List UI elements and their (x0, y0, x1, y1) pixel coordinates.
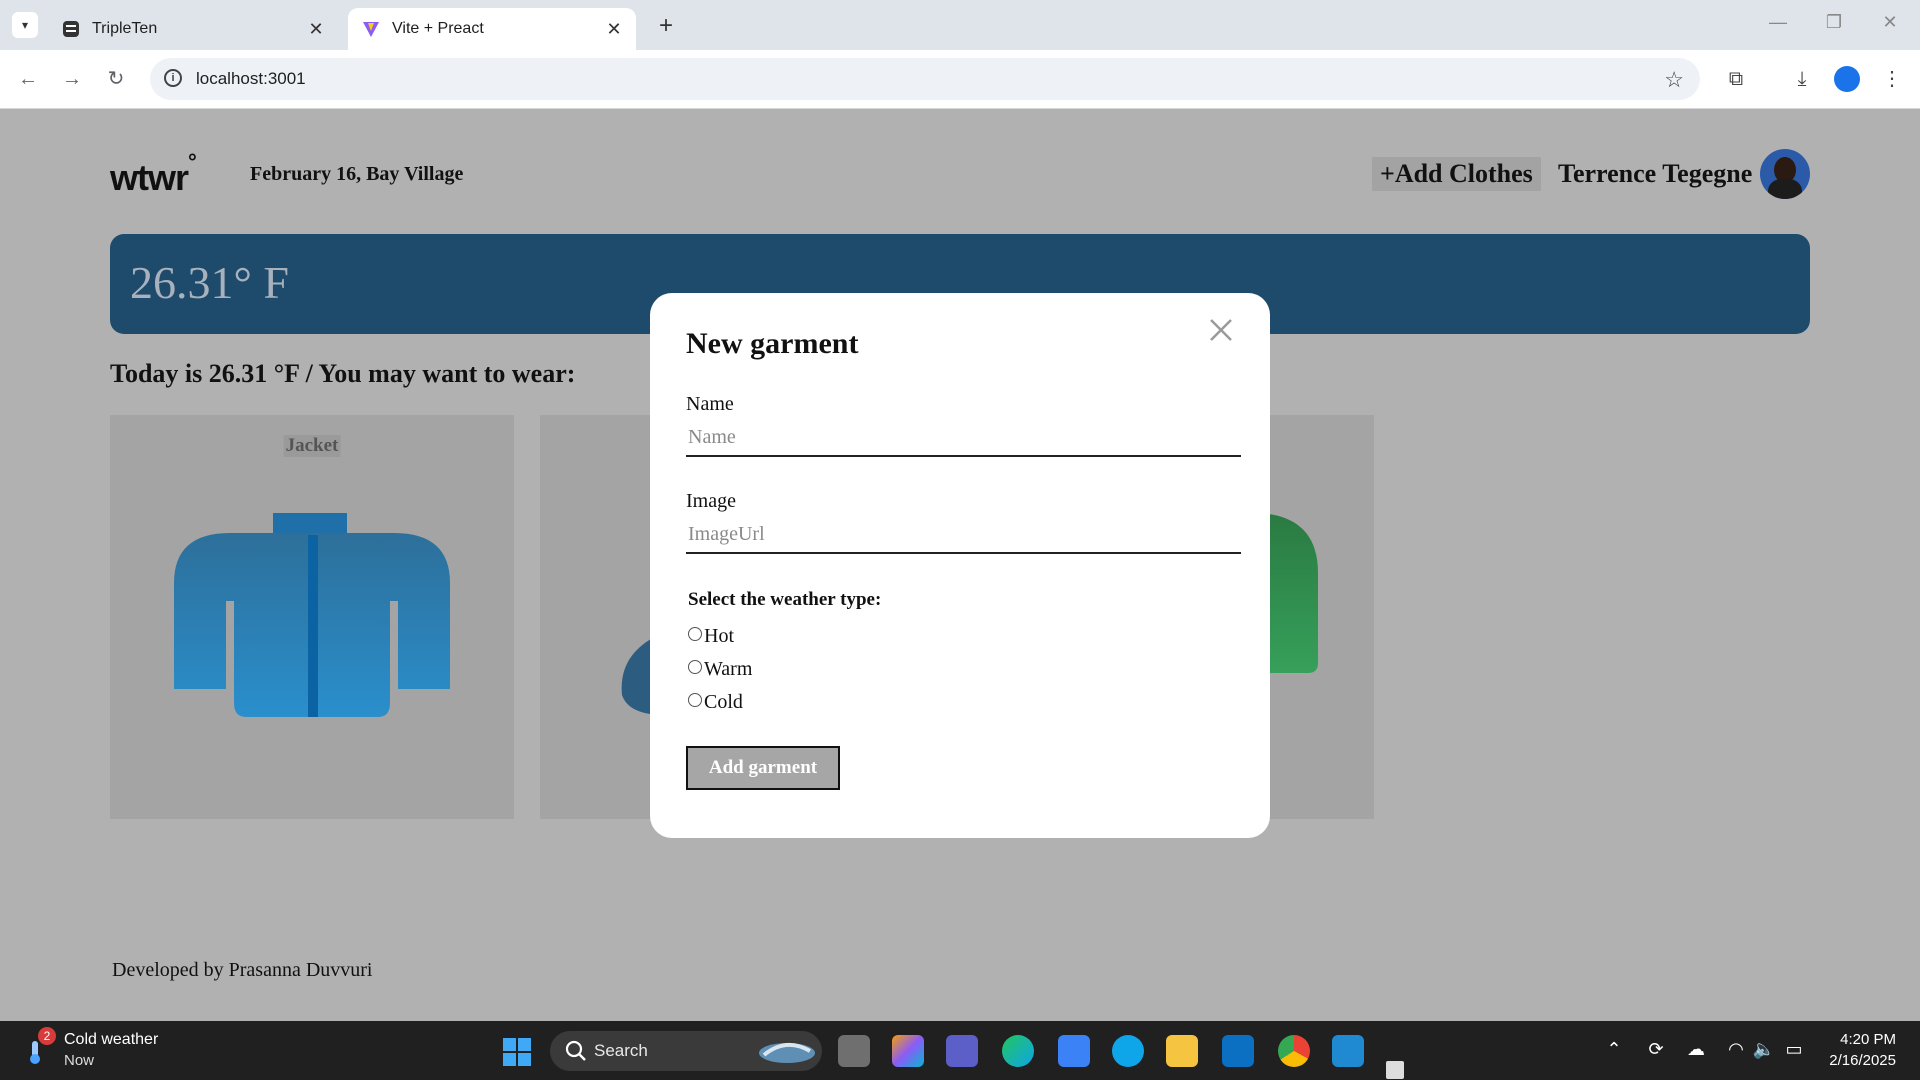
close-tab-icon[interactable]: ✕ (604, 19, 624, 39)
image-label: Image (686, 490, 736, 512)
add-garment-button[interactable]: Add garment (686, 746, 840, 790)
avatar[interactable] (1760, 149, 1810, 199)
radio-hot[interactable]: Hot (688, 625, 734, 648)
notification-badge: 2 (38, 1027, 56, 1045)
browser-tab-bar: ▾ TripleTen ✕ Vite + Preact ✕ + — ❐ ✕ (0, 0, 1920, 50)
weather-widget-title[interactable]: Cold weather (64, 1031, 158, 1049)
username[interactable]: Terrence Tegegne (1558, 159, 1752, 189)
download-icon[interactable]: ⤓ (1788, 66, 1816, 94)
radio-label: Cold (704, 691, 743, 713)
forward-arrow-icon[interactable]: → (58, 66, 86, 94)
url-text[interactable]: localhost:3001 (196, 69, 306, 89)
weather-widget-sub: Now (64, 1052, 95, 1069)
tab-tripleten[interactable]: TripleTen ✕ (48, 8, 338, 50)
volume-icon[interactable]: 🔈 (1752, 1039, 1776, 1060)
weather-type-legend: Select the weather type: (688, 589, 882, 610)
windows-start-icon[interactable] (502, 1037, 532, 1067)
tab-search-button[interactable]: ▾ (12, 12, 38, 38)
footer-credit: Developed by Prasanna Duvvuri (112, 959, 373, 981)
bookmark-star-icon[interactable]: ☆ (1664, 67, 1684, 93)
copilot-icon[interactable] (892, 1035, 924, 1067)
clock-date[interactable]: 2/16/2025 (1810, 1052, 1896, 1069)
vscode-icon[interactable] (1332, 1035, 1364, 1067)
task-view-icon[interactable] (838, 1035, 870, 1067)
item-card[interactable]: Jacket (110, 415, 514, 819)
tab-title: Vite + Preact (392, 20, 484, 37)
radio-label: Warm (704, 658, 753, 680)
show-hidden-icons-chevron-up-icon[interactable]: ⌃ (1602, 1039, 1626, 1060)
vite-favicon (362, 20, 380, 38)
onedrive-cloud-icon[interactable]: ☁ (1684, 1039, 1708, 1060)
wifi-icon[interactable]: ◠ (1724, 1039, 1748, 1060)
search-icon (565, 1040, 586, 1061)
reload-icon[interactable]: ↻ (102, 66, 130, 94)
radio-warm[interactable]: Warm (688, 658, 752, 681)
sync-icon[interactable]: ⟳ (1644, 1039, 1668, 1060)
myhp-icon[interactable] (1222, 1035, 1254, 1067)
new-garment-modal: New garment Name Image Select the weathe… (650, 293, 1270, 838)
tab-vite-preact[interactable]: Vite + Preact ✕ (348, 8, 636, 50)
logo-text: wtwr (110, 157, 189, 198)
radio-button[interactable] (688, 626, 702, 641)
calendar-icon[interactable] (1386, 1061, 1404, 1079)
file-explorer-icon[interactable] (1166, 1035, 1198, 1067)
search-highlight-icon (759, 1043, 815, 1063)
close-tab-icon[interactable]: ✕ (306, 19, 326, 39)
new-tab-button[interactable]: + (652, 12, 680, 40)
radio-label: Hot (704, 625, 734, 647)
item-card-name: Jacket (283, 435, 341, 457)
chrome-icon[interactable] (1278, 1035, 1310, 1067)
search-label: Search (594, 1041, 648, 1060)
add-clothes-button[interactable]: +Add Clothes (1372, 157, 1541, 191)
minimize-icon[interactable]: — (1766, 12, 1790, 33)
image-url-input[interactable] (686, 516, 1241, 554)
more-menu-icon[interactable]: ⋮ (1878, 66, 1906, 94)
profile-avatar-icon[interactable] (1834, 66, 1860, 92)
taskbar-search[interactable]: Search (550, 1031, 822, 1071)
address-bar[interactable]: i localhost:3001 ☆ (150, 58, 1700, 100)
date-location: February 16, Bay Village (250, 163, 464, 185)
store-icon[interactable] (1058, 1035, 1090, 1067)
radio-cold[interactable]: Cold (688, 691, 743, 714)
logo-degree-mark: ° (188, 149, 197, 174)
browser-toolbar: ← → ↻ i localhost:3001 ☆ ⧉ ⤓ ⋮ (0, 50, 1920, 109)
weather-temperature: 26.31° F (130, 257, 289, 308)
tab-title: TripleTen (92, 20, 158, 37)
back-arrow-icon[interactable]: ← (14, 66, 42, 94)
help-icon[interactable] (1112, 1035, 1144, 1067)
jacket-icon (174, 513, 450, 717)
extensions-icon[interactable]: ⧉ (1722, 66, 1750, 94)
radio-button[interactable] (688, 692, 702, 707)
today-recommendation-text: Today is 26.31 °F / You may want to wear… (110, 359, 576, 388)
edge-icon[interactable] (1002, 1035, 1034, 1067)
name-input[interactable] (686, 419, 1241, 457)
site-info-icon[interactable]: i (164, 69, 182, 87)
close-window-icon[interactable]: ✕ (1878, 12, 1902, 33)
teams-icon[interactable] (946, 1035, 978, 1067)
clock-time[interactable]: 4:20 PM (1824, 1031, 1896, 1048)
app-logo[interactable]: wtwr° (110, 149, 197, 199)
modal-title: New garment (686, 327, 859, 360)
windows-taskbar: 2 Cold weather Now Search ⌃ ⟳ ☁ ◠ 🔈 ▭ 4:… (0, 1021, 1920, 1080)
restore-icon[interactable]: ❐ (1822, 12, 1846, 33)
tripleten-favicon (62, 20, 80, 38)
close-icon[interactable] (1206, 315, 1236, 345)
battery-icon[interactable]: ▭ (1782, 1039, 1806, 1060)
name-label: Name (686, 393, 734, 415)
radio-button[interactable] (688, 659, 702, 674)
